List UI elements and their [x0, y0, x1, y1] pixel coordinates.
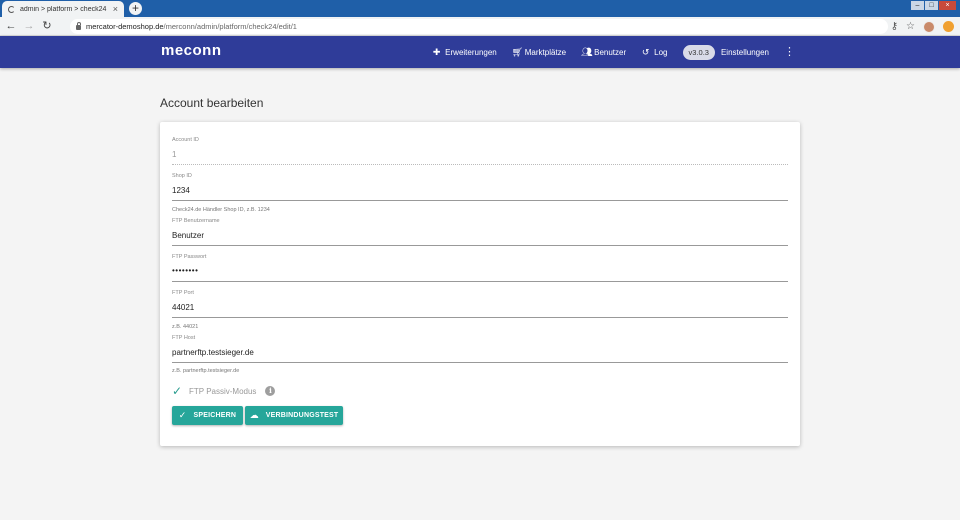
reload-button[interactable]: ↻	[40, 19, 54, 33]
nav-label: Benutzer	[594, 47, 627, 57]
lock-icon	[76, 22, 81, 30]
shop-id-hint: Check24.de Händler Shop ID, z.B. 1234	[172, 207, 270, 213]
ftp-host-hint: z.B. partnerftp.testsieger.de	[172, 368, 240, 374]
address-bar[interactable]: mercator-demoshop.de/merconn/admin/platf…	[70, 19, 888, 34]
checkbox-label: FTP Passiv-Modus	[189, 386, 257, 396]
more-vert-icon[interactable]: ⋮	[784, 46, 795, 58]
field-label: FTP Port	[172, 290, 194, 296]
url-host: mercator-demoshop.de	[86, 22, 164, 31]
info-icon[interactable]: i	[265, 386, 276, 396]
browser-tab[interactable]: admin > platform > check24 ×	[2, 1, 124, 17]
minimize-icon[interactable]: –	[911, 1, 924, 10]
ftp-username-field[interactable]: FTP Benutzername Benutzer	[172, 218, 788, 246]
nav-item-benutzer[interactable]: 👥︎ Benutzer	[581, 47, 626, 58]
field-value: Benutzer	[172, 231, 205, 240]
field-label: FTP Passwort	[172, 254, 207, 260]
window-controls: – □ ×	[911, 1, 956, 10]
ftp-host-field[interactable]: FTP Host partnerftp.testsieger.de	[172, 335, 788, 363]
button-label: VERBINDUNGSTEST	[265, 412, 339, 419]
nav-item-log[interactable]: ↺ Log	[641, 46, 668, 58]
button-label: SPEICHERN	[193, 412, 237, 419]
shop-id-field[interactable]: Shop ID 1234	[172, 173, 788, 201]
star-icon[interactable]: ☆	[906, 19, 915, 34]
maximize-icon[interactable]: □	[925, 1, 938, 10]
history-icon: ↺	[641, 46, 650, 57]
key-icon[interactable]: ⚷	[891, 19, 898, 34]
forward-button[interactable]: →	[22, 19, 36, 33]
field-label: Account ID	[172, 137, 199, 143]
back-button[interactable]: ←	[4, 19, 18, 33]
check-icon: ✓	[178, 410, 187, 420]
loading-icon	[8, 5, 15, 13]
app-header: meconn ✚ Erweiterungen 🛒︎ Marktplätze 👥︎…	[0, 36, 960, 68]
cloud-icon: ☁	[249, 410, 259, 420]
close-tab-icon[interactable]: ×	[113, 4, 118, 14]
connection-test-button[interactable]: ☁ VERBINDUNGSTEST	[245, 406, 343, 425]
field-value: 1	[172, 150, 177, 159]
field-label: FTP Benutzername	[172, 218, 220, 224]
ftp-port-hint: z.B. 44021	[172, 324, 199, 330]
field-value: 44021	[172, 303, 195, 312]
account-id-field: Account ID 1	[172, 137, 788, 165]
ftp-passive-checkbox[interactable]: ✓ FTP Passiv-Modus i	[172, 385, 276, 397]
puzzle-icon: ✚	[432, 46, 441, 57]
window-close-icon[interactable]: ×	[939, 1, 956, 10]
nav-label: Log	[654, 47, 668, 57]
ftp-password-field[interactable]: FTP Passwort ••••••••	[172, 254, 788, 282]
field-value: ••••••••	[172, 266, 199, 275]
browser-tabstrip: admin > platform > check24 × + – □ ×	[0, 0, 960, 17]
tab-title: admin > platform > check24	[20, 5, 107, 13]
main-nav: ✚ Erweiterungen 🛒︎ Marktplätze 👥︎ Benutz…	[432, 36, 960, 68]
people-icon: 👥︎	[581, 46, 593, 57]
browser-toolbar: ← → ↻ mercator-demoshop.de/merconn/admin…	[0, 17, 960, 36]
profile-avatar[interactable]	[923, 20, 935, 33]
nav-label: Einstellungen	[720, 47, 769, 57]
field-label: FTP Host	[172, 335, 196, 341]
extension-icon[interactable]	[943, 21, 954, 32]
url-path: /merconn/admin/platform/check24/edit/1	[163, 22, 297, 31]
field-value: partnerftp.testsieger.de	[172, 348, 254, 357]
page-title: Account bearbeiten	[160, 96, 264, 110]
cart-icon: 🛒︎	[511, 46, 524, 57]
ftp-port-field[interactable]: FTP Port 44021	[172, 290, 788, 318]
version-badge: v3.0.3	[682, 44, 715, 60]
save-button[interactable]: ✓ SPEICHERN	[172, 406, 243, 425]
nav-item-marktplaetze[interactable]: 🛒︎ Marktplätze	[512, 47, 566, 58]
check-icon[interactable]: ✓	[172, 385, 186, 397]
field-value: 1234	[172, 186, 190, 195]
nav-label: Erweiterungen	[445, 47, 497, 57]
field-label: Shop ID	[172, 173, 192, 179]
nav-item-einstellungen[interactable]: Einstellungen	[721, 48, 769, 57]
app-logo[interactable]: meconn	[161, 42, 222, 59]
new-tab-button[interactable]: +	[129, 2, 142, 15]
nav-label: Marktplätze	[524, 47, 567, 57]
account-form-card: Account ID 1 Shop ID 1234 Check24.de Hän…	[160, 122, 800, 446]
toolbar-actions: ⚷ ☆	[891, 19, 954, 34]
nav-item-erweiterungen[interactable]: ✚ Erweiterungen	[432, 47, 497, 58]
